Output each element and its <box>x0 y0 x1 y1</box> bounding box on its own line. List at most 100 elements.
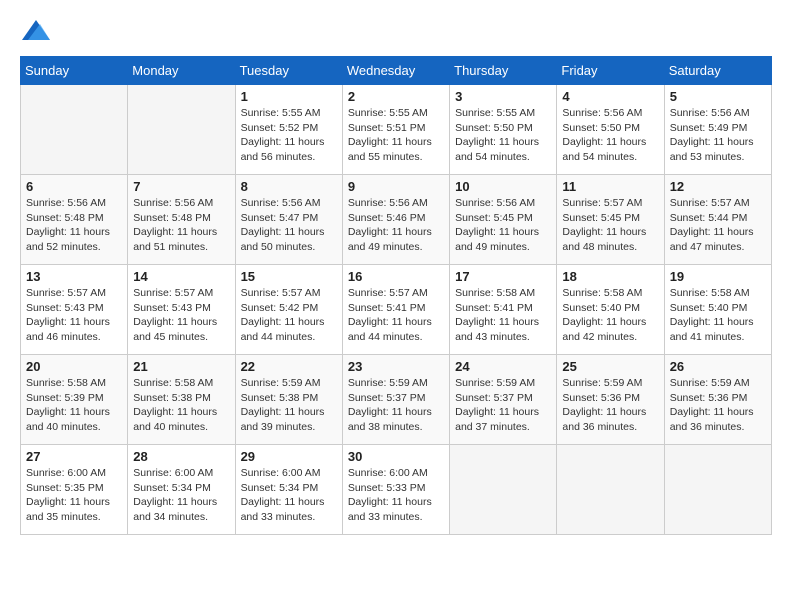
day-detail: Sunrise: 5:56 AMSunset: 5:50 PMDaylight:… <box>562 106 658 165</box>
day-detail: Sunrise: 5:58 AMSunset: 5:40 PMDaylight:… <box>562 286 658 345</box>
day-number: 15 <box>241 269 337 284</box>
day-number: 10 <box>455 179 551 194</box>
weekday-header: Monday <box>128 57 235 85</box>
day-number: 13 <box>26 269 122 284</box>
day-detail: Sunrise: 5:59 AMSunset: 5:36 PMDaylight:… <box>562 376 658 435</box>
day-number: 3 <box>455 89 551 104</box>
calendar-cell <box>557 445 664 535</box>
calendar-cell: 5 Sunrise: 5:56 AMSunset: 5:49 PMDayligh… <box>664 85 771 175</box>
calendar-cell: 23 Sunrise: 5:59 AMSunset: 5:37 PMDaylig… <box>342 355 449 445</box>
calendar-cell: 6 Sunrise: 5:56 AMSunset: 5:48 PMDayligh… <box>21 175 128 265</box>
day-detail: Sunrise: 5:55 AMSunset: 5:52 PMDaylight:… <box>241 106 337 165</box>
calendar-cell: 28 Sunrise: 6:00 AMSunset: 5:34 PMDaylig… <box>128 445 235 535</box>
day-number: 25 <box>562 359 658 374</box>
weekday-header: Tuesday <box>235 57 342 85</box>
day-detail: Sunrise: 5:58 AMSunset: 5:40 PMDaylight:… <box>670 286 766 345</box>
weekday-header: Thursday <box>450 57 557 85</box>
calendar-cell <box>450 445 557 535</box>
weekday-header-row: SundayMondayTuesdayWednesdayThursdayFrid… <box>21 57 772 85</box>
day-number: 17 <box>455 269 551 284</box>
calendar-cell: 4 Sunrise: 5:56 AMSunset: 5:50 PMDayligh… <box>557 85 664 175</box>
page-header <box>20 20 772 40</box>
logo-icon <box>22 20 50 40</box>
weekday-header: Sunday <box>21 57 128 85</box>
calendar-week-row: 27 Sunrise: 6:00 AMSunset: 5:35 PMDaylig… <box>21 445 772 535</box>
day-detail: Sunrise: 5:59 AMSunset: 5:37 PMDaylight:… <box>455 376 551 435</box>
day-number: 16 <box>348 269 444 284</box>
calendar-cell: 3 Sunrise: 5:55 AMSunset: 5:50 PMDayligh… <box>450 85 557 175</box>
day-detail: Sunrise: 5:56 AMSunset: 5:45 PMDaylight:… <box>455 196 551 255</box>
day-number: 29 <box>241 449 337 464</box>
day-detail: Sunrise: 5:56 AMSunset: 5:48 PMDaylight:… <box>26 196 122 255</box>
day-detail: Sunrise: 5:59 AMSunset: 5:37 PMDaylight:… <box>348 376 444 435</box>
day-number: 18 <box>562 269 658 284</box>
day-number: 20 <box>26 359 122 374</box>
calendar-cell: 30 Sunrise: 6:00 AMSunset: 5:33 PMDaylig… <box>342 445 449 535</box>
calendar-cell: 13 Sunrise: 5:57 AMSunset: 5:43 PMDaylig… <box>21 265 128 355</box>
day-number: 6 <box>26 179 122 194</box>
calendar-cell <box>664 445 771 535</box>
day-number: 8 <box>241 179 337 194</box>
calendar-cell: 20 Sunrise: 5:58 AMSunset: 5:39 PMDaylig… <box>21 355 128 445</box>
day-detail: Sunrise: 5:56 AMSunset: 5:47 PMDaylight:… <box>241 196 337 255</box>
logo <box>20 20 50 40</box>
day-detail: Sunrise: 6:00 AMSunset: 5:35 PMDaylight:… <box>26 466 122 525</box>
day-number: 23 <box>348 359 444 374</box>
weekday-header: Friday <box>557 57 664 85</box>
calendar-cell: 27 Sunrise: 6:00 AMSunset: 5:35 PMDaylig… <box>21 445 128 535</box>
day-detail: Sunrise: 5:57 AMSunset: 5:45 PMDaylight:… <box>562 196 658 255</box>
day-detail: Sunrise: 5:56 AMSunset: 5:49 PMDaylight:… <box>670 106 766 165</box>
day-detail: Sunrise: 5:56 AMSunset: 5:46 PMDaylight:… <box>348 196 444 255</box>
calendar-cell: 15 Sunrise: 5:57 AMSunset: 5:42 PMDaylig… <box>235 265 342 355</box>
day-number: 4 <box>562 89 658 104</box>
day-detail: Sunrise: 5:55 AMSunset: 5:51 PMDaylight:… <box>348 106 444 165</box>
calendar-cell: 29 Sunrise: 6:00 AMSunset: 5:34 PMDaylig… <box>235 445 342 535</box>
calendar-cell: 11 Sunrise: 5:57 AMSunset: 5:45 PMDaylig… <box>557 175 664 265</box>
day-number: 24 <box>455 359 551 374</box>
calendar-week-row: 1 Sunrise: 5:55 AMSunset: 5:52 PMDayligh… <box>21 85 772 175</box>
weekday-header: Wednesday <box>342 57 449 85</box>
calendar-cell: 22 Sunrise: 5:59 AMSunset: 5:38 PMDaylig… <box>235 355 342 445</box>
calendar-cell: 18 Sunrise: 5:58 AMSunset: 5:40 PMDaylig… <box>557 265 664 355</box>
calendar-cell: 21 Sunrise: 5:58 AMSunset: 5:38 PMDaylig… <box>128 355 235 445</box>
day-number: 11 <box>562 179 658 194</box>
day-number: 28 <box>133 449 229 464</box>
day-detail: Sunrise: 5:59 AMSunset: 5:38 PMDaylight:… <box>241 376 337 435</box>
calendar-cell: 19 Sunrise: 5:58 AMSunset: 5:40 PMDaylig… <box>664 265 771 355</box>
calendar-cell: 24 Sunrise: 5:59 AMSunset: 5:37 PMDaylig… <box>450 355 557 445</box>
calendar-cell: 7 Sunrise: 5:56 AMSunset: 5:48 PMDayligh… <box>128 175 235 265</box>
day-detail: Sunrise: 5:57 AMSunset: 5:44 PMDaylight:… <box>670 196 766 255</box>
calendar-cell: 12 Sunrise: 5:57 AMSunset: 5:44 PMDaylig… <box>664 175 771 265</box>
day-number: 5 <box>670 89 766 104</box>
calendar-cell: 26 Sunrise: 5:59 AMSunset: 5:36 PMDaylig… <box>664 355 771 445</box>
calendar-cell <box>128 85 235 175</box>
calendar-cell: 16 Sunrise: 5:57 AMSunset: 5:41 PMDaylig… <box>342 265 449 355</box>
day-detail: Sunrise: 6:00 AMSunset: 5:33 PMDaylight:… <box>348 466 444 525</box>
day-number: 27 <box>26 449 122 464</box>
day-detail: Sunrise: 5:57 AMSunset: 5:42 PMDaylight:… <box>241 286 337 345</box>
calendar-cell: 9 Sunrise: 5:56 AMSunset: 5:46 PMDayligh… <box>342 175 449 265</box>
day-detail: Sunrise: 5:58 AMSunset: 5:39 PMDaylight:… <box>26 376 122 435</box>
day-number: 26 <box>670 359 766 374</box>
calendar-cell <box>21 85 128 175</box>
day-number: 19 <box>670 269 766 284</box>
day-detail: Sunrise: 5:58 AMSunset: 5:38 PMDaylight:… <box>133 376 229 435</box>
day-detail: Sunrise: 5:57 AMSunset: 5:43 PMDaylight:… <box>26 286 122 345</box>
day-detail: Sunrise: 5:55 AMSunset: 5:50 PMDaylight:… <box>455 106 551 165</box>
day-detail: Sunrise: 5:58 AMSunset: 5:41 PMDaylight:… <box>455 286 551 345</box>
day-number: 2 <box>348 89 444 104</box>
day-number: 14 <box>133 269 229 284</box>
calendar-table: SundayMondayTuesdayWednesdayThursdayFrid… <box>20 56 772 535</box>
day-number: 21 <box>133 359 229 374</box>
weekday-header: Saturday <box>664 57 771 85</box>
day-number: 1 <box>241 89 337 104</box>
day-detail: Sunrise: 5:57 AMSunset: 5:43 PMDaylight:… <box>133 286 229 345</box>
calendar-cell: 17 Sunrise: 5:58 AMSunset: 5:41 PMDaylig… <box>450 265 557 355</box>
day-number: 9 <box>348 179 444 194</box>
calendar-cell: 2 Sunrise: 5:55 AMSunset: 5:51 PMDayligh… <box>342 85 449 175</box>
calendar-cell: 1 Sunrise: 5:55 AMSunset: 5:52 PMDayligh… <box>235 85 342 175</box>
day-detail: Sunrise: 5:59 AMSunset: 5:36 PMDaylight:… <box>670 376 766 435</box>
calendar-week-row: 20 Sunrise: 5:58 AMSunset: 5:39 PMDaylig… <box>21 355 772 445</box>
calendar-week-row: 13 Sunrise: 5:57 AMSunset: 5:43 PMDaylig… <box>21 265 772 355</box>
calendar-cell: 25 Sunrise: 5:59 AMSunset: 5:36 PMDaylig… <box>557 355 664 445</box>
